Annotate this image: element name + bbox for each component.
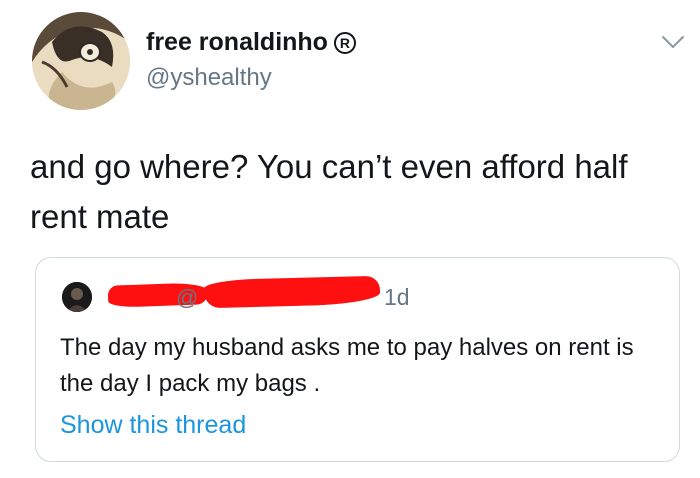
quoted-avatar[interactable] xyxy=(62,282,92,312)
chevron-down-icon[interactable] xyxy=(660,34,686,50)
registered-icon: R xyxy=(333,32,356,54)
redacted-handle xyxy=(203,275,381,309)
tweet-text: and go where? You can’t even afford half… xyxy=(30,148,628,235)
quoted-tweet[interactable]: @ 1d The day my husband asks me to pay h… xyxy=(35,257,680,462)
display-name[interactable]: free ronaldinho R xyxy=(146,28,356,57)
quoted-handle-prefix: @ xyxy=(176,285,199,310)
avatar-image xyxy=(32,12,130,110)
tweet: free ronaldinho R @yshealthy and go where… xyxy=(0,0,700,478)
display-name-text: free ronaldinho xyxy=(146,28,328,56)
quoted-avatar-image xyxy=(62,282,92,312)
show-thread-link[interactable]: Show this thread xyxy=(60,411,246,440)
avatar[interactable] xyxy=(32,12,130,110)
quoted-tweet-text: The day my husband asks me to pay halves… xyxy=(60,334,634,397)
user-handle[interactable]: @yshealthy xyxy=(146,64,272,92)
quoted-timestamp[interactable]: 1d xyxy=(384,284,410,311)
